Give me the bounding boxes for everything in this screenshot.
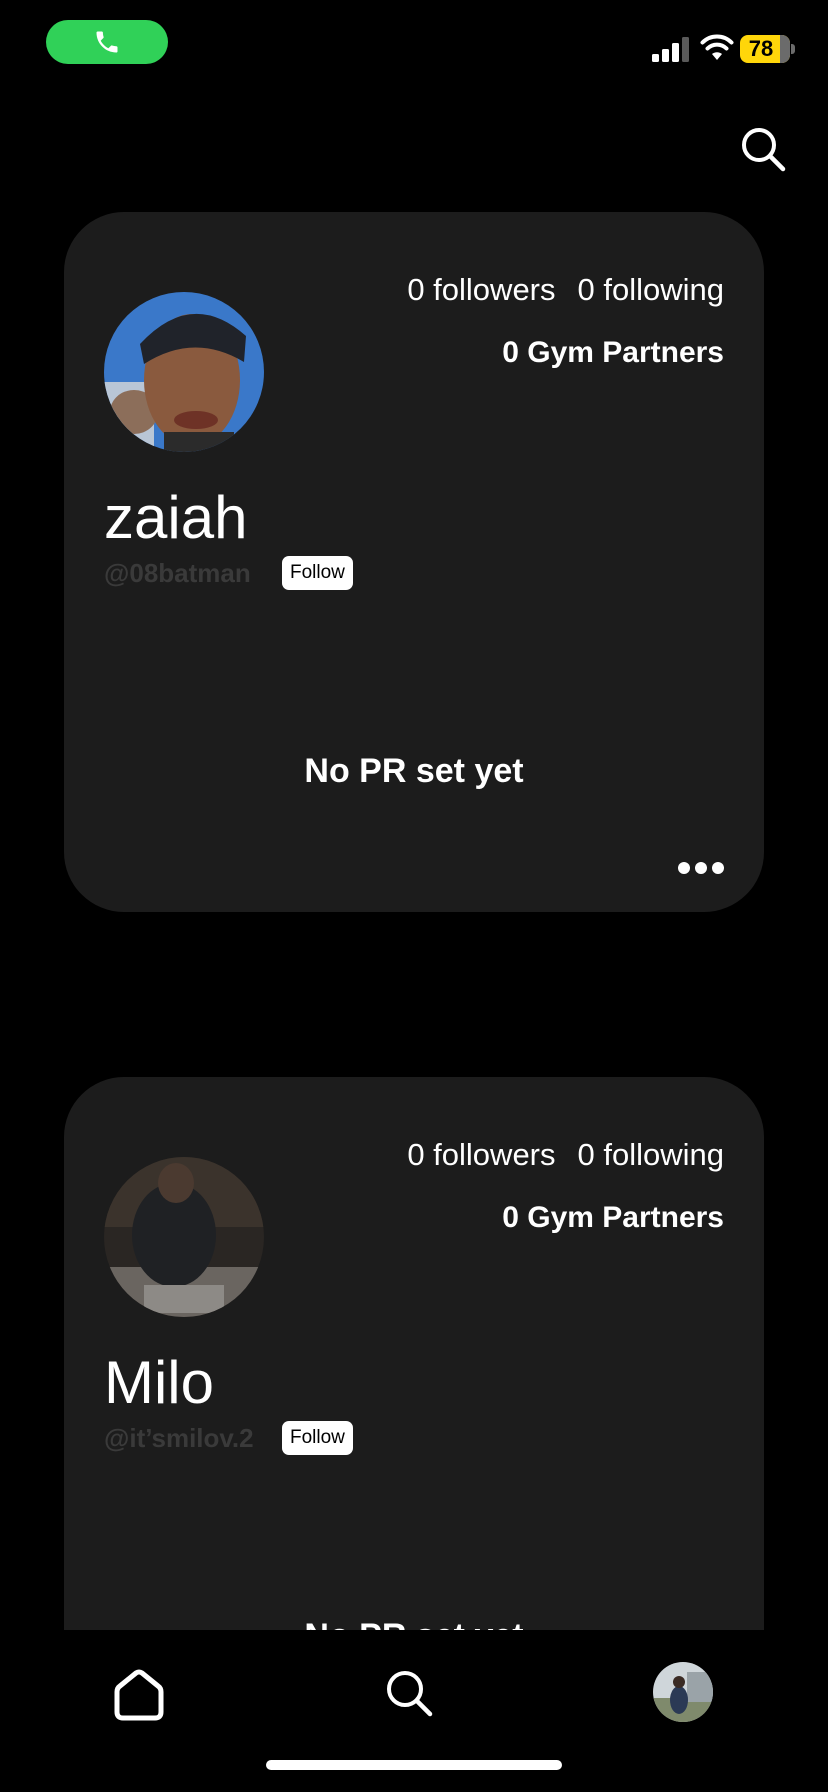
gym-partners-count[interactable]: 0 Gym Partners (502, 1201, 724, 1235)
following-count[interactable]: 0 following (578, 1137, 724, 1172)
avatar[interactable] (104, 1157, 264, 1317)
username: @it’smilov.2 (104, 1423, 254, 1453)
cellular-signal-icon (652, 37, 689, 62)
username: @08batman (104, 558, 251, 588)
more-options-icon[interactable] (678, 860, 724, 876)
pr-status: No PR set yet (304, 752, 524, 790)
follow-stats: 0 followers 0 following (407, 272, 724, 308)
display-name: Milo (104, 1349, 215, 1416)
phone-icon (96, 31, 118, 53)
profile-card[interactable]: 0 followers 0 following 0 Gym Partners za… (64, 212, 764, 912)
followers-count[interactable]: 0 followers (407, 1137, 555, 1172)
status-bar: 78 (0, 0, 828, 90)
active-call-pill[interactable] (46, 20, 168, 64)
wifi-icon (700, 34, 734, 60)
battery-indicator: 78 (740, 35, 790, 63)
follow-button[interactable]: Follow (282, 556, 353, 590)
followers-count[interactable]: 0 followers (407, 272, 555, 307)
display-name: zaiah (104, 484, 248, 551)
avatar[interactable] (104, 292, 264, 452)
search-icon[interactable] (740, 126, 786, 172)
follow-stats: 0 followers 0 following (407, 1137, 724, 1173)
following-count[interactable]: 0 following (578, 272, 724, 307)
profile-avatar[interactable] (653, 1662, 713, 1722)
search-icon[interactable] (384, 1668, 434, 1718)
battery-nub (791, 44, 795, 54)
tab-bar (0, 1630, 828, 1792)
home-indicator[interactable] (266, 1760, 562, 1770)
follow-button[interactable]: Follow (282, 1421, 353, 1455)
gym-partners-count[interactable]: 0 Gym Partners (502, 336, 724, 370)
home-icon[interactable] (112, 1668, 166, 1722)
battery-level: 78 (748, 36, 774, 61)
